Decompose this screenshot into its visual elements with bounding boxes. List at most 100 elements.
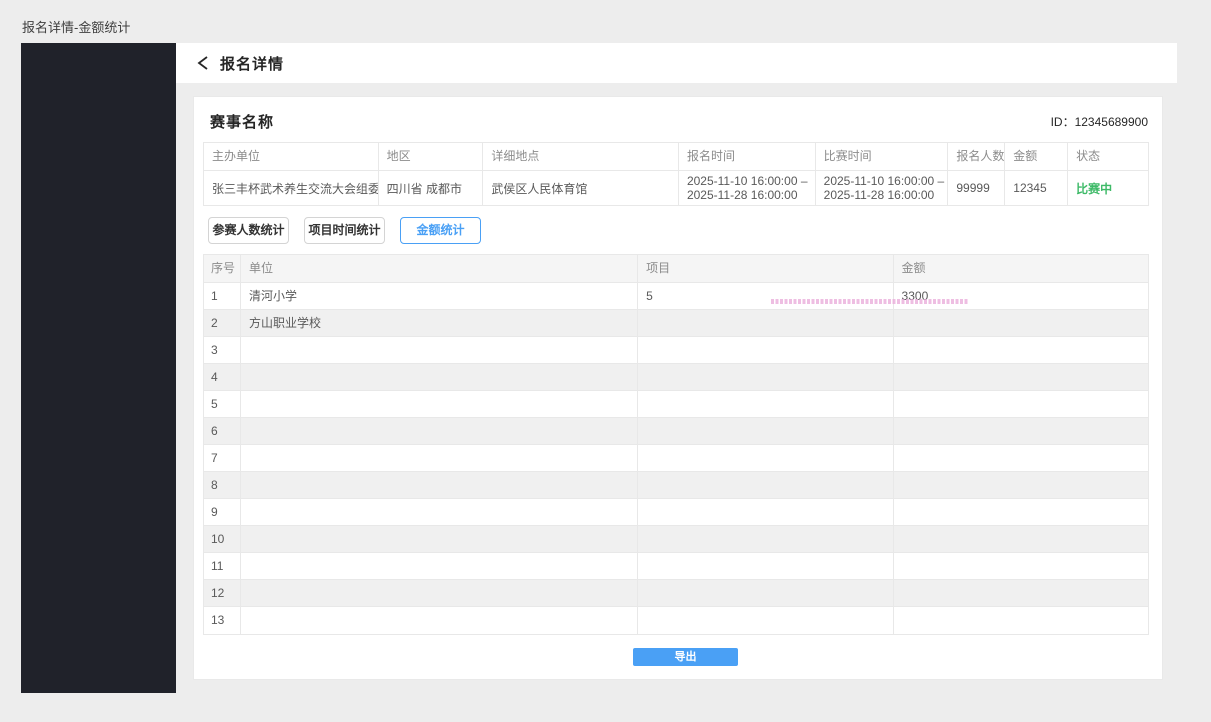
table-row: 6 bbox=[204, 418, 1148, 445]
column-header-no: 序号 bbox=[204, 255, 241, 282]
tab-project-time-stats[interactable]: 项目时间统计 bbox=[304, 217, 385, 244]
event-id: ID：12345689900 bbox=[1051, 113, 1148, 130]
stats-cell-unit bbox=[241, 580, 638, 606]
stats-cell-amount bbox=[894, 472, 1148, 498]
event-summary-table: 主办单位 地区 详细地点 报名时间 比赛时间 报名人数 金额 状态 张三丰杯武术… bbox=[203, 142, 1149, 206]
window-title: 报名详情-金额统计 bbox=[22, 17, 130, 36]
stats-cell-no: 2 bbox=[204, 310, 241, 336]
stats-cell-no: 1 bbox=[204, 283, 241, 309]
stats-cell-no: 13 bbox=[204, 607, 241, 634]
back-icon[interactable] bbox=[197, 56, 209, 70]
event-signup-time: 2025-11-10 16:00:00 – 2025-11-28 16:00:0… bbox=[679, 171, 816, 205]
column-header-amount: 金额 bbox=[1005, 143, 1068, 170]
stats-cell-amount bbox=[894, 553, 1148, 579]
event-organizer: 张三丰杯武术养生交流大会组委会 bbox=[204, 171, 379, 205]
stats-cell-project bbox=[638, 310, 893, 336]
event-venue: 武侯区人民体育馆 bbox=[483, 171, 679, 205]
stats-cell-project bbox=[638, 337, 893, 363]
stats-table-body: 1清河小学533002方山职业学校345678910111213 bbox=[204, 283, 1148, 634]
stats-cell-no: 12 bbox=[204, 580, 241, 606]
stats-cell-amount bbox=[894, 364, 1148, 390]
stats-cell-project bbox=[638, 607, 893, 634]
table-row: 9 bbox=[204, 499, 1148, 526]
table-row: 2方山职业学校 bbox=[204, 310, 1148, 337]
stats-cell-amount bbox=[894, 607, 1148, 634]
stats-cell-amount bbox=[894, 580, 1148, 606]
signup-time-start: 2025-11-10 16:00:00 – bbox=[687, 174, 807, 188]
column-header-region: 地区 bbox=[379, 143, 484, 170]
stats-cell-unit: 清河小学 bbox=[241, 283, 638, 309]
column-header-unit: 单位 bbox=[241, 255, 638, 282]
column-header-status: 状态 bbox=[1068, 143, 1148, 170]
stats-cell-unit bbox=[241, 526, 638, 552]
column-header-venue: 详细地点 bbox=[483, 143, 679, 170]
table-row: 1清河小学53300 bbox=[204, 283, 1148, 310]
stats-cell-no: 4 bbox=[204, 364, 241, 390]
stats-cell-unit bbox=[241, 607, 638, 634]
page-title: 报名详情 bbox=[220, 53, 284, 74]
stats-cell-amount bbox=[894, 526, 1148, 552]
event-status: 比赛中 bbox=[1068, 171, 1148, 205]
event-region: 四川省 成都市 bbox=[379, 171, 484, 205]
column-header-organizer: 主办单位 bbox=[204, 143, 379, 170]
column-header-signup-time: 报名时间 bbox=[679, 143, 816, 170]
table-row: 5 bbox=[204, 391, 1148, 418]
stats-cell-unit bbox=[241, 337, 638, 363]
stats-cell-unit bbox=[241, 445, 638, 471]
stats-cell-no: 3 bbox=[204, 337, 241, 363]
column-header-project: 项目 bbox=[638, 255, 893, 282]
card-header: 赛事名称 ID：12345689900 bbox=[210, 107, 1148, 135]
tab-participant-count-stats[interactable]: 参赛人数统计 bbox=[208, 217, 289, 244]
amount-stats-table: 序号 单位 项目 金额 1清河小学533002方山职业学校34567891011… bbox=[203, 254, 1149, 635]
stats-tabs: 参赛人数统计 项目时间统计 金额统计 bbox=[208, 217, 496, 244]
column-header-row-amount: 金额 bbox=[894, 255, 1148, 282]
stats-cell-unit bbox=[241, 472, 638, 498]
stats-cell-unit bbox=[241, 391, 638, 417]
stats-cell-no: 5 bbox=[204, 391, 241, 417]
stats-cell-amount bbox=[894, 445, 1148, 471]
column-header-signup-count: 报名人数 bbox=[948, 143, 1005, 170]
sidebar-panel bbox=[21, 43, 176, 693]
signup-time-end: 2025-11-28 16:00:00 bbox=[687, 188, 807, 202]
stats-cell-project: 5 bbox=[638, 283, 893, 309]
detail-card: 赛事名称 ID：12345689900 主办单位 地区 详细地点 报名时间 比赛… bbox=[193, 96, 1163, 680]
stats-table-header: 序号 单位 项目 金额 bbox=[204, 255, 1148, 283]
stats-cell-amount bbox=[894, 499, 1148, 525]
stats-cell-amount bbox=[894, 418, 1148, 444]
table-row: 11 bbox=[204, 553, 1148, 580]
stats-cell-project bbox=[638, 472, 893, 498]
tab-amount-stats[interactable]: 金额统计 bbox=[400, 217, 481, 244]
table-row: 8 bbox=[204, 472, 1148, 499]
stats-cell-project bbox=[638, 418, 893, 444]
table-row: 7 bbox=[204, 445, 1148, 472]
stats-cell-no: 6 bbox=[204, 418, 241, 444]
topbar: 报名详情 bbox=[176, 43, 1177, 83]
event-name-title: 赛事名称 bbox=[210, 111, 274, 132]
table-row: 3 bbox=[204, 337, 1148, 364]
stats-cell-project bbox=[638, 526, 893, 552]
stats-cell-no: 10 bbox=[204, 526, 241, 552]
event-table-header: 主办单位 地区 详细地点 报名时间 比赛时间 报名人数 金额 状态 bbox=[204, 143, 1148, 171]
table-row: 10 bbox=[204, 526, 1148, 553]
event-amount: 12345 bbox=[1005, 171, 1068, 205]
stats-cell-amount: 3300 bbox=[894, 283, 1148, 309]
stats-cell-unit bbox=[241, 499, 638, 525]
stats-cell-unit: 方山职业学校 bbox=[241, 310, 638, 336]
stats-cell-unit bbox=[241, 553, 638, 579]
table-row: 13 bbox=[204, 607, 1148, 634]
table-row: 4 bbox=[204, 364, 1148, 391]
stats-cell-project bbox=[638, 391, 893, 417]
event-match-time: 2025-11-10 16:00:00 – 2025-11-28 16:00:0… bbox=[816, 171, 949, 205]
stats-cell-no: 8 bbox=[204, 472, 241, 498]
stats-cell-unit bbox=[241, 364, 638, 390]
export-button[interactable]: 导出 bbox=[633, 648, 738, 666]
stats-cell-no: 7 bbox=[204, 445, 241, 471]
stats-cell-project bbox=[638, 499, 893, 525]
stats-cell-project bbox=[638, 580, 893, 606]
stats-cell-project bbox=[638, 364, 893, 390]
column-header-match-time: 比赛时间 bbox=[816, 143, 949, 170]
stats-cell-unit bbox=[241, 418, 638, 444]
table-row: 12 bbox=[204, 580, 1148, 607]
stats-cell-no: 11 bbox=[204, 553, 241, 579]
stats-cell-project bbox=[638, 445, 893, 471]
